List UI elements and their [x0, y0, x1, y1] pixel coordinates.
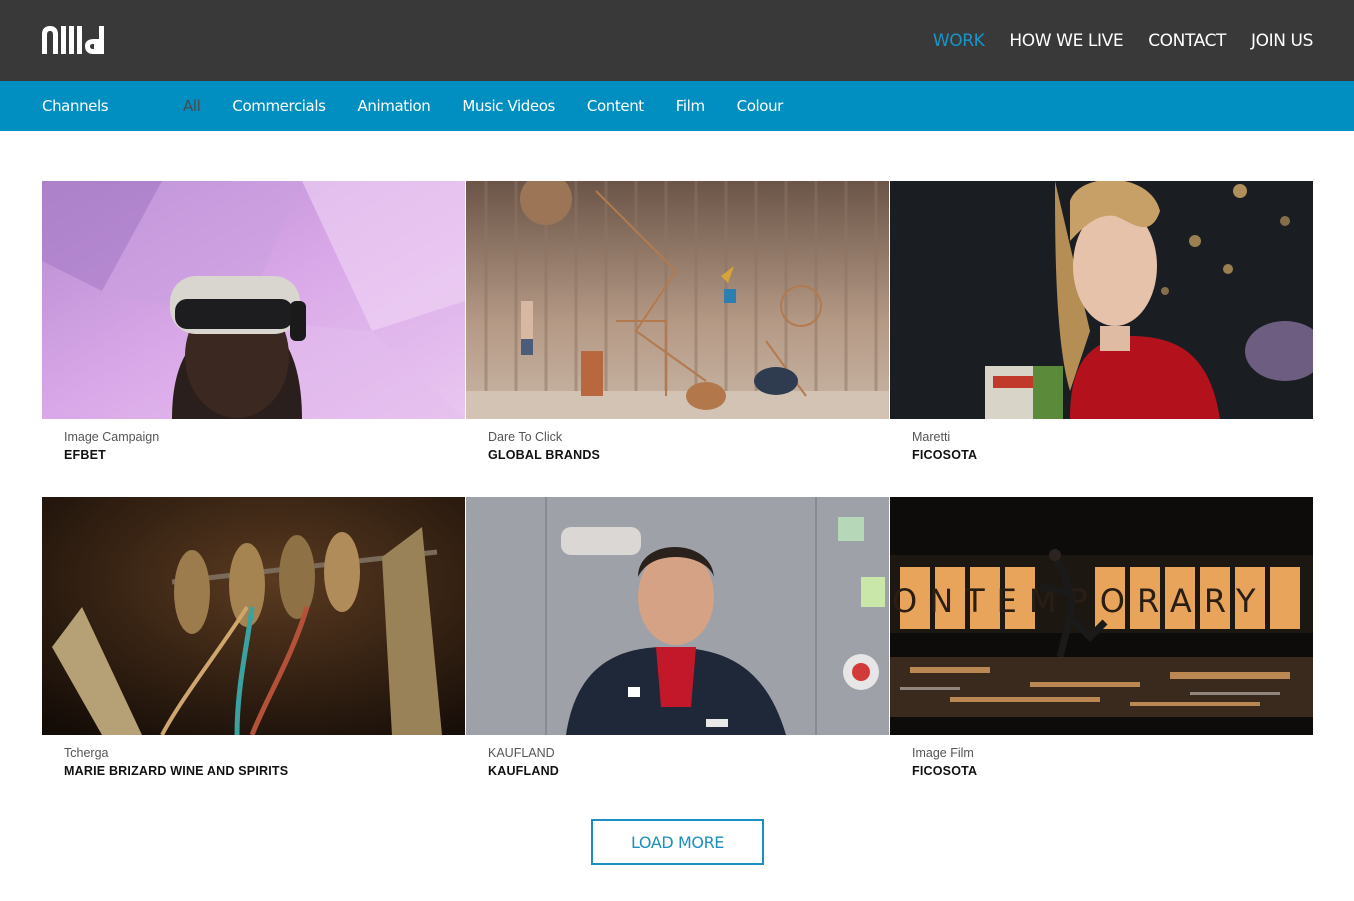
filter-animation[interactable]: Animation	[358, 97, 431, 115]
project-card[interactable]: ONTEMPORARY Image Film FICOSOTA	[890, 497, 1313, 793]
project-client: KAUFLAND	[488, 764, 560, 778]
top-header: WORK HOW WE LIVE CONTACT JOIN US	[0, 0, 1354, 81]
nav-join-us[interactable]: JOIN US	[1251, 31, 1313, 51]
project-subtitle: Image Campaign	[64, 430, 160, 444]
banner-lettering: ONTEMPORARY	[892, 582, 1268, 620]
project-client: MARIE BRIZARD WINE AND SPIRITS	[64, 764, 289, 778]
filter-music-videos[interactable]: Music Videos	[462, 97, 555, 115]
card-meta: Dare To Click GLOBAL BRANDS	[466, 419, 889, 477]
project-grid: Image Campaign EFBET Dare To Click GLOBA…	[42, 181, 1313, 793]
card-meta: Tcherga MARIE BRIZARD WINE AND SPIRITS	[42, 735, 465, 793]
card-meta: Image Film FICOSOTA	[890, 735, 1313, 793]
project-card[interactable]: Dare To Click GLOBAL BRANDS	[466, 181, 889, 477]
woman-eating-chips-photo[interactable]	[890, 181, 1313, 419]
project-subtitle: Image Film	[912, 746, 974, 760]
nav-contact[interactable]: CONTACT	[1148, 31, 1226, 51]
card-meta: Image Campaign EFBET	[42, 419, 465, 477]
dancer-stage-photo[interactable]: ONTEMPORARY	[890, 497, 1313, 735]
project-client: FICOSOTA	[912, 764, 978, 778]
man-in-jacket-photo[interactable]	[466, 497, 889, 735]
load-more-button[interactable]: LOAD MORE	[591, 819, 764, 865]
spools-photo[interactable]	[42, 497, 465, 735]
nav-how-we-live[interactable]: HOW WE LIVE	[1009, 31, 1123, 51]
project-subtitle: Maretti	[912, 430, 951, 444]
channel-filters: All Commercials Animation Music Videos C…	[183, 81, 783, 131]
project-card[interactable]: Image Campaign EFBET	[42, 181, 465, 477]
nav-work[interactable]: WORK	[933, 31, 985, 51]
project-client: FICOSOTA	[912, 448, 978, 462]
channel-filter-bar: Channels All Commercials Animation Music…	[0, 81, 1354, 131]
project-client: GLOBAL BRANDS	[488, 448, 601, 462]
stage-installation-photo[interactable]	[466, 181, 889, 419]
filter-film[interactable]: Film	[676, 97, 705, 115]
main-nav: WORK HOW WE LIVE CONTACT JOIN US	[933, 0, 1314, 81]
filter-colour[interactable]: Colour	[737, 97, 784, 115]
project-card[interactable]: KAUFLAND KAUFLAND	[466, 497, 889, 793]
project-subtitle: Tcherga	[64, 746, 109, 760]
filter-commercials[interactable]: Commercials	[232, 97, 326, 115]
filter-content[interactable]: Content	[587, 97, 644, 115]
card-meta: KAUFLAND KAUFLAND	[466, 735, 889, 793]
project-client: EFBET	[64, 448, 106, 462]
channels-label: Channels	[42, 97, 109, 115]
nulla-logo[interactable]	[42, 26, 104, 54]
card-meta: Maretti FICOSOTA	[890, 419, 1313, 477]
project-card[interactable]: Tcherga MARIE BRIZARD WINE AND SPIRITS	[42, 497, 465, 793]
project-subtitle: Dare To Click	[488, 430, 563, 444]
project-subtitle: KAUFLAND	[488, 746, 555, 760]
vr-headset-photo[interactable]	[42, 181, 465, 419]
filter-all[interactable]: All	[183, 97, 201, 115]
project-card[interactable]: Maretti FICOSOTA	[890, 181, 1313, 477]
